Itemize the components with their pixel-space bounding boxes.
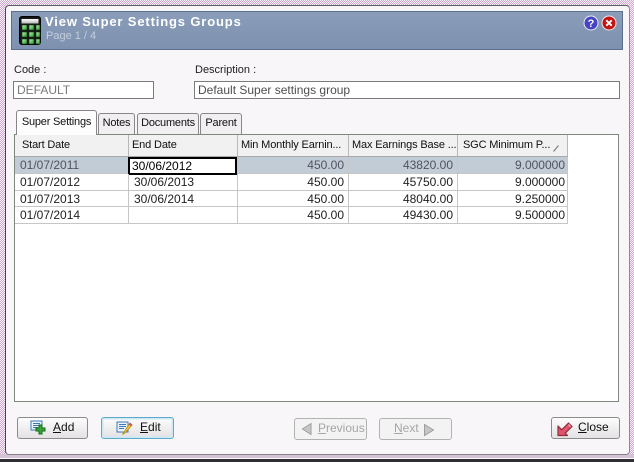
svg-text:?: ?: [588, 18, 595, 30]
